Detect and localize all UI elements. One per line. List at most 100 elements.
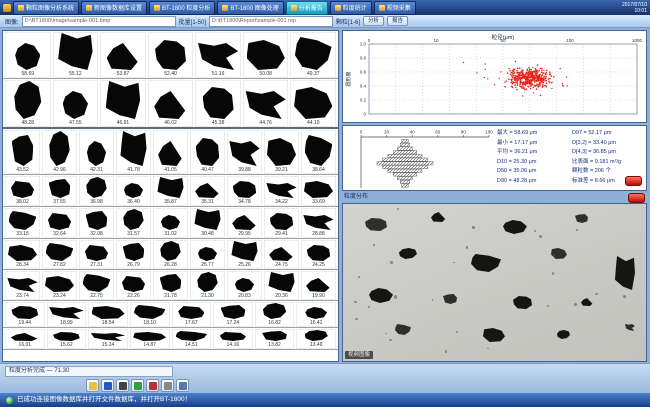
report-path-field[interactable]: D:\BT1800\Report\sample-001.rep [209, 16, 333, 27]
particle-thumbnail[interactable]: 14.87 [130, 329, 170, 349]
particle-thumbnail[interactable]: 43.52 [5, 130, 40, 174]
particle-thumbnail[interactable]: 37.55 [42, 176, 77, 206]
particle-thumbnail[interactable]: 35.87 [153, 176, 188, 206]
close-distribution-button[interactable] [625, 176, 642, 186]
particle-thumbnail[interactable]: 32.64 [42, 208, 77, 238]
particle-thumbnail[interactable]: 27.82 [42, 240, 77, 269]
particle-thumbnail[interactable]: 47.55 [53, 80, 99, 127]
particle-thumbnail[interactable]: 36.98 [79, 176, 114, 206]
particle-thumbnail[interactable]: 32.08 [79, 208, 114, 238]
particle-thumbnail[interactable]: 36.40 [116, 176, 151, 206]
particle-thumbnail[interactable]: 34.78 [227, 176, 262, 206]
particle-thumbnail[interactable]: 23.24 [42, 271, 77, 300]
particle-thumbnail[interactable]: 49.37 [290, 32, 336, 78]
taskbar-tab[interactable]: BT-1800 粒度分析 [149, 1, 215, 15]
particle-thumbnail[interactable]: 55.12 [53, 32, 99, 78]
particle-thumbnail[interactable]: 46.02 [148, 80, 194, 127]
particle-thumbnail[interactable]: 17.67 [172, 302, 212, 327]
particle-thumbnail[interactable]: 31.02 [153, 208, 188, 238]
particle-thumbnail[interactable]: 18.10 [130, 302, 170, 327]
particle-thumbnail[interactable]: 38.02 [5, 176, 40, 206]
particle-thumbnail[interactable]: 15.62 [47, 329, 87, 349]
analyze-button[interactable]: 分析 [363, 16, 384, 26]
taskbar-tab[interactable]: 颗粒图像分析系统 [13, 1, 79, 15]
particle-thumbnail[interactable]: 48.28 [5, 80, 51, 127]
particle-thumbnail[interactable]: 29.95 [227, 208, 262, 238]
distribution-tab-label[interactable]: 粒度分布 [342, 193, 368, 202]
particle-thumbnail[interactable]: 33.69 [301, 176, 336, 206]
particle-thumbnail[interactable]: 53.87 [100, 32, 146, 78]
particle-thumbnail[interactable]: 18.99 [47, 302, 87, 327]
chart-button[interactable] [146, 379, 159, 392]
particle-thumbnail[interactable]: 20.83 [227, 271, 262, 300]
particle-thumbnail[interactable]: 17.24 [213, 302, 253, 327]
particle-thumbnail[interactable]: 21.78 [153, 271, 188, 300]
particle-thumbnail[interactable]: 13.82 [255, 329, 295, 349]
particle-thumbnail[interactable]: 26.79 [116, 240, 151, 269]
particle-thumbnail[interactable]: 52.40 [148, 32, 194, 78]
particle-thumbnail[interactable]: 41.78 [116, 130, 151, 174]
particle-thumbnail[interactable]: 38.64 [301, 130, 336, 174]
taskbar-tab[interactable]: 新图像数据库设置 [81, 1, 147, 15]
particle-thumbnail[interactable]: 39.88 [227, 130, 262, 174]
particle-thumbnail[interactable]: 31.57 [116, 208, 151, 238]
particle-thumbnail[interactable]: 19.44 [5, 302, 45, 327]
particle-thumbnail[interactable]: 16.41 [296, 302, 336, 327]
video-panel[interactable]: 视频图像 [342, 203, 647, 362]
particle-thumbnail[interactable]: 16.01 [5, 329, 45, 349]
particle-thumbnail[interactable]: 25.77 [190, 240, 225, 269]
image-path-field[interactable]: D:\BT1800\Image\sample-001.bmp [22, 16, 176, 27]
particle-thumbnail[interactable]: 35.31 [190, 176, 225, 206]
particle-thumbnail[interactable]: 29.41 [264, 208, 299, 238]
particle-thumbnail[interactable]: 19.90 [301, 271, 336, 300]
particle-thumbnail[interactable]: 58.69 [5, 32, 51, 78]
particle-thumbnail[interactable]: 24.25 [301, 240, 336, 269]
particle-thumbnail[interactable]: 44.76 [243, 80, 289, 127]
particle-thumbnail[interactable]: 46.91 [100, 80, 146, 127]
particle-thumbnail[interactable]: 45.38 [195, 80, 241, 127]
particle-thumbnail[interactable]: 41.05 [153, 130, 188, 174]
save-button[interactable] [101, 379, 114, 392]
particle-thumbnail[interactable]: 30.48 [190, 208, 225, 238]
particle-thumbnail[interactable]: 33.15 [5, 208, 40, 238]
particle-measurement: 27.31 [90, 262, 103, 268]
particle-thumbnail[interactable]: 28.34 [5, 240, 40, 269]
taskbar-tab[interactable]: 分析报告 [286, 1, 328, 15]
settings-button[interactable] [176, 379, 189, 392]
particle-thumbnail[interactable]: 44.10 [290, 80, 336, 127]
particle-thumbnail[interactable]: 40.47 [190, 130, 225, 174]
report-button[interactable]: 报告 [387, 16, 408, 26]
particle-thumbnail[interactable]: 20.36 [264, 271, 299, 300]
particle-thumbnail[interactable]: 18.54 [88, 302, 128, 327]
analyze-button[interactable] [131, 379, 144, 392]
print-button[interactable] [161, 379, 174, 392]
taskbar-tab[interactable]: 粒度统计 [330, 1, 372, 15]
particle-silhouette [154, 91, 187, 119]
particle-thumbnail[interactable]: 42.31 [79, 130, 114, 174]
taskbar-tab[interactable]: 视频采集 [374, 1, 416, 15]
particle-gallery[interactable]: 58.6955.1253.8752.4051.1650.0849.37 48.28… [2, 30, 339, 362]
particle-thumbnail[interactable]: 28.88 [301, 208, 336, 238]
open-file-button[interactable] [86, 379, 99, 392]
particle-thumbnail[interactable]: 34.22 [264, 176, 299, 206]
particle-thumbnail[interactable]: 16.82 [255, 302, 295, 327]
particle-thumbnail[interactable]: 22.26 [116, 271, 151, 300]
particle-thumbnail[interactable]: 21.30 [190, 271, 225, 300]
particle-thumbnail[interactable]: 13.49 [296, 329, 336, 349]
particle-thumbnail[interactable]: 50.08 [243, 32, 289, 78]
particle-thumbnail[interactable]: 25.26 [227, 240, 262, 269]
particle-thumbnail[interactable]: 24.75 [264, 240, 299, 269]
particle-thumbnail[interactable]: 14.16 [213, 329, 253, 349]
particle-thumbnail[interactable]: 27.31 [79, 240, 114, 269]
particle-thumbnail[interactable]: 15.24 [88, 329, 128, 349]
particle-thumbnail[interactable]: 51.16 [195, 32, 241, 78]
particle-thumbnail[interactable]: 14.51 [172, 329, 212, 349]
camera-button[interactable] [116, 379, 129, 392]
particle-thumbnail[interactable]: 26.28 [153, 240, 188, 269]
particle-thumbnail[interactable]: 23.74 [5, 271, 40, 300]
particle-thumbnail[interactable]: 39.21 [264, 130, 299, 174]
particle-thumbnail[interactable]: 42.96 [42, 130, 77, 174]
taskbar-tab[interactable]: BT-1800 图像处理 [217, 1, 283, 15]
close-video-button[interactable] [628, 193, 645, 203]
particle-thumbnail[interactable]: 22.75 [79, 271, 114, 300]
